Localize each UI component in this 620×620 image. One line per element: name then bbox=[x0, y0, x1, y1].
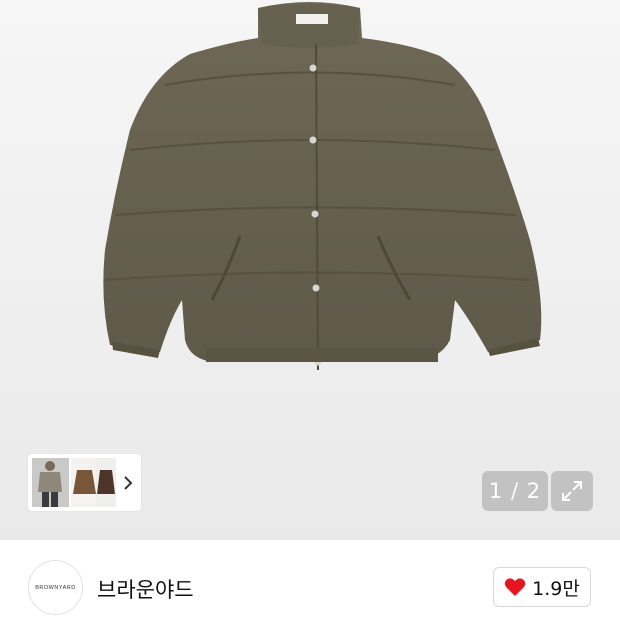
like-count: 1.9만 bbox=[532, 577, 580, 600]
like-button[interactable]: 1.9만 bbox=[493, 567, 591, 607]
dark-brown-jacket-thumbnail[interactable] bbox=[96, 458, 116, 507]
thumbnail-strip[interactable] bbox=[28, 454, 141, 511]
expand-icon bbox=[562, 481, 582, 501]
brown-jacket-thumbnail[interactable] bbox=[71, 458, 98, 507]
image-counter-text: 1 / 2 bbox=[488, 479, 542, 503]
brand-logo-text: BROWNYARD bbox=[35, 584, 76, 591]
brand-name[interactable]: 브라운야드 bbox=[97, 574, 194, 604]
product-gallery[interactable]: 1 / 2 bbox=[0, 0, 620, 540]
expand-button[interactable] bbox=[551, 471, 593, 511]
model-wearing-jacket-thumbnail[interactable] bbox=[32, 458, 69, 507]
image-counter: 1 / 2 bbox=[482, 471, 548, 511]
brand-logo[interactable]: BROWNYARD bbox=[28, 560, 83, 615]
chevron-right-icon[interactable] bbox=[120, 474, 136, 492]
heart-icon bbox=[504, 578, 526, 596]
